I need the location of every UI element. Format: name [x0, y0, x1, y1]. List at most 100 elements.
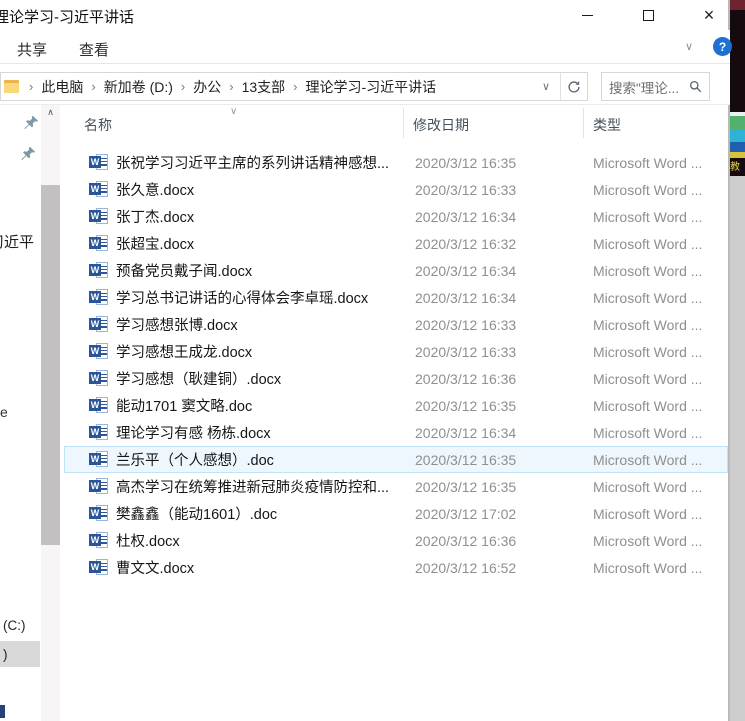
file-type: Microsoft Word ...: [593, 398, 702, 414]
ribbon-collapse-icon[interactable]: ∨: [685, 40, 693, 53]
file-row[interactable]: W 杜权.docx 2020/3/12 16:36 Microsoft Word…: [64, 527, 728, 554]
breadcrumb-item[interactable]: 理论学习-习近平讲话: [306, 77, 437, 97]
scroll-up-icon[interactable]: ∧: [41, 107, 60, 118]
file-row[interactable]: W 高杰学习在统筹推进新冠肺炎疫情防控和... 2020/3/12 16:35 …: [64, 473, 728, 500]
file-name: 学习感想（耿建铜）.docx: [116, 368, 281, 389]
file-name: 张超宝.docx: [116, 233, 194, 254]
breadcrumb-item[interactable]: 新加卷 (D:): [104, 77, 173, 97]
file-name: 能动1701 窦文略.doc: [116, 395, 252, 416]
file-row[interactable]: W 学习总书记讲话的心得体会李卓瑶.docx 2020/3/12 16:34 M…: [64, 284, 728, 311]
nav-item-label[interactable]: 习近平: [0, 231, 34, 252]
maximize-icon: [643, 10, 654, 21]
file-date-modified: 2020/3/12 16:32: [415, 236, 516, 252]
word-file-icon: W: [89, 235, 109, 252]
refresh-button[interactable]: [561, 73, 587, 100]
close-button[interactable]: ×: [686, 0, 732, 30]
word-file-icon: W: [89, 559, 109, 576]
pin-icon[interactable]: [21, 146, 36, 161]
explorer-window: 理论学习-习近平讲话 × 共享 查看 ∨ ? › 此电脑 › 新加卷 (D:) …: [0, 0, 730, 721]
file-name: 杜权.docx: [116, 530, 180, 551]
file-type: Microsoft Word ...: [593, 560, 702, 576]
breadcrumb: › 此电脑 › 新加卷 (D:) › 办公 › 13支部 › 理论学习-习近平讲…: [21, 77, 436, 97]
scrollbar-thumb[interactable]: [41, 185, 60, 545]
file-type: Microsoft Word ...: [593, 371, 702, 387]
file-name: 张祝学习习近平主席的系列讲话精神感想...: [116, 152, 389, 173]
word-file-icon: W: [89, 532, 109, 549]
breadcrumb-item[interactable]: 此电脑: [41, 77, 83, 97]
search-icon: [689, 80, 702, 93]
nav-item-icon: [0, 705, 5, 718]
file-type: Microsoft Word ...: [593, 425, 702, 441]
file-name: 张久意.docx: [116, 179, 194, 200]
file-date-modified: 2020/3/12 16:33: [415, 344, 516, 360]
word-file-icon: W: [89, 370, 109, 387]
breadcrumb-item[interactable]: 13支部: [242, 77, 286, 97]
help-button[interactable]: ?: [713, 37, 732, 56]
word-file-icon: W: [89, 262, 109, 279]
file-row[interactable]: W 理论学习有感 杨栋.docx 2020/3/12 16:34 Microso…: [64, 419, 728, 446]
minimize-button[interactable]: [564, 0, 610, 30]
pin-icon[interactable]: [24, 115, 39, 130]
file-name: 张丁杰.docx: [116, 206, 194, 227]
column-header-type[interactable]: 类型: [593, 115, 621, 135]
nav-item-label[interactable]: e: [0, 404, 8, 420]
file-type: Microsoft Word ...: [593, 236, 702, 252]
maximize-button[interactable]: [625, 0, 671, 30]
file-name: 学习总书记讲话的心得体会李卓瑶.docx: [116, 287, 368, 308]
desktop-background: 教: [728, 0, 745, 721]
file-date-modified: 2020/3/12 16:52: [415, 560, 516, 576]
file-name: 理论学习有感 杨栋.docx: [116, 422, 271, 443]
file-name: 樊鑫鑫（能动1601）.doc: [116, 503, 277, 524]
word-file-icon: W: [89, 181, 109, 198]
nav-item-highlighted[interactable]: ): [0, 641, 40, 667]
file-type: Microsoft Word ...: [593, 182, 702, 198]
nav-item-label[interactable]: (C:): [3, 618, 26, 633]
file-date-modified: 2020/3/12 16:34: [415, 209, 516, 225]
word-file-icon: W: [89, 424, 109, 441]
tab-share[interactable]: 共享: [17, 39, 47, 60]
file-row[interactable]: W 樊鑫鑫（能动1601）.doc 2020/3/12 17:02 Micros…: [64, 500, 728, 527]
file-row[interactable]: W 张久意.docx 2020/3/12 16:33 Microsoft Wor…: [64, 176, 728, 203]
file-row[interactable]: W 张超宝.docx 2020/3/12 16:32 Microsoft Wor…: [64, 230, 728, 257]
search-input[interactable]: 搜索"理论...: [601, 72, 710, 101]
breadcrumb-item[interactable]: 办公: [193, 77, 221, 97]
file-date-modified: 2020/3/12 16:35: [415, 155, 516, 171]
file-row[interactable]: W 预备党员戴子闻.docx 2020/3/12 16:34 Microsoft…: [64, 257, 728, 284]
tab-view[interactable]: 查看: [79, 39, 109, 60]
breadcrumb-separator-icon: ›: [21, 79, 41, 94]
word-file-icon: W: [89, 478, 109, 495]
file-row[interactable]: W 学习感想王成龙.docx 2020/3/12 16:33 Microsoft…: [64, 338, 728, 365]
column-header-name[interactable]: 名称: [84, 115, 112, 135]
file-name: 兰乐平（个人感想）.doc: [116, 449, 274, 470]
column-divider[interactable]: [403, 108, 404, 138]
file-date-modified: 2020/3/12 16:36: [415, 371, 516, 387]
file-date-modified: 2020/3/12 16:34: [415, 425, 516, 441]
address-dropdown-icon[interactable]: ∨: [532, 80, 560, 93]
word-file-icon: W: [89, 208, 109, 225]
file-type: Microsoft Word ...: [593, 506, 702, 522]
file-row[interactable]: W 学习感想张博.docx 2020/3/12 16:33 Microsoft …: [64, 311, 728, 338]
column-header-date[interactable]: 修改日期: [413, 115, 469, 135]
breadcrumb-separator-icon: ›: [285, 79, 305, 94]
address-bar[interactable]: › 此电脑 › 新加卷 (D:) › 办公 › 13支部 › 理论学习-习近平讲…: [0, 72, 588, 101]
file-row[interactable]: W 曹文文.docx 2020/3/12 16:52 Microsoft Wor…: [64, 554, 728, 581]
breadcrumb-separator-icon: ›: [83, 79, 103, 94]
column-divider[interactable]: [583, 108, 584, 138]
file-row[interactable]: W 张丁杰.docx 2020/3/12 16:34 Microsoft Wor…: [64, 203, 728, 230]
word-file-icon: W: [89, 316, 109, 333]
nav-scrollbar[interactable]: ∧: [41, 105, 60, 721]
file-row[interactable]: W 学习感想（耿建铜）.docx 2020/3/12 16:36 Microso…: [64, 365, 728, 392]
file-row[interactable]: W 能动1701 窦文略.doc 2020/3/12 16:35 Microso…: [64, 392, 728, 419]
file-row[interactable]: W 兰乐平（个人感想）.doc 2020/3/12 16:35 Microsof…: [64, 446, 728, 473]
word-file-icon: W: [89, 397, 109, 414]
file-row[interactable]: W 张祝学习习近平主席的系列讲话精神感想... 2020/3/12 16:35 …: [64, 149, 728, 176]
file-date-modified: 2020/3/12 16:34: [415, 263, 516, 279]
desktop-shortcut-label: 教: [730, 158, 745, 173]
column-sort-dropdown-icon[interactable]: ∨: [230, 106, 237, 117]
file-type: Microsoft Word ...: [593, 263, 702, 279]
refresh-icon: [567, 80, 581, 94]
file-type: Microsoft Word ...: [593, 533, 702, 549]
file-type: Microsoft Word ...: [593, 317, 702, 333]
ribbon-tab-bar: 共享 查看 ∨ ?: [0, 30, 730, 64]
desktop-shortcut-icon[interactable]: [730, 112, 745, 158]
